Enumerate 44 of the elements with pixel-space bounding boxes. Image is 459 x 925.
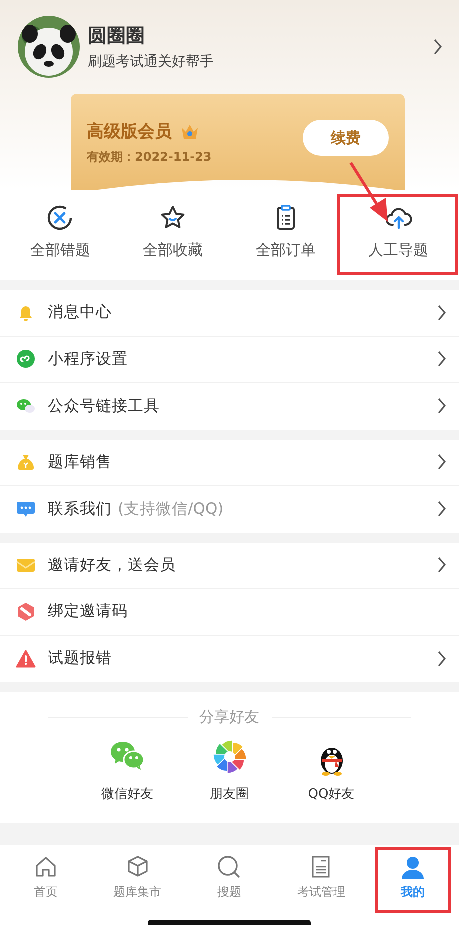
crown-icon (180, 122, 200, 140)
menu-label: 题库销售 (48, 452, 112, 473)
user-name: 圆圈圈 (88, 24, 146, 49)
tag-icon (16, 602, 36, 622)
membership-title: 高级版会员 (87, 121, 172, 143)
user-subtitle: 刷题考试通关好帮手 (88, 53, 215, 71)
chevron-right-icon[interactable] (433, 38, 443, 56)
menu-item[interactable]: 题库销售 (0, 440, 459, 486)
warning-icon (16, 648, 36, 669)
tab[interactable]: 题库集市 (92, 847, 184, 907)
action-label[interactable]: 全部订单 (256, 241, 316, 260)
renew-button[interactable]: 续费 (303, 120, 389, 156)
search-icon (216, 854, 242, 880)
menu-item[interactable]: 联系我们 (支持微信/QQ) (0, 486, 459, 532)
action-label[interactable]: 全部收藏 (143, 241, 204, 260)
tab[interactable]: 搜题 (184, 847, 276, 907)
share-label[interactable]: 朋友圈 (210, 785, 249, 803)
money-bag-icon (16, 452, 36, 472)
close-circle-icon[interactable] (46, 204, 74, 232)
link-circle-icon (16, 349, 36, 370)
membership-card[interactable]: 高级版会员 有效期：2022-11-23 续费 (71, 94, 405, 190)
menu-label: 绑定邀请码 (48, 601, 128, 622)
share-label[interactable]: 微信好友 (102, 785, 154, 803)
menu-item[interactable]: 绑定邀请码 (0, 589, 459, 636)
menu-item[interactable]: 试题报错 (0, 636, 459, 682)
menu-hint: (支持微信/QQ) (118, 498, 224, 520)
menu-item[interactable]: 小程序设置 (0, 336, 459, 383)
menu-label: 公众号链接工具 (48, 396, 160, 417)
action-label[interactable]: 人工导题 (368, 241, 429, 260)
action-label[interactable]: 全部错题 (30, 241, 90, 260)
message-icon (16, 499, 36, 520)
menu-item[interactable]: 公众号链接工具 (0, 383, 459, 430)
menu-label: 试题报错 (48, 648, 112, 670)
tab[interactable]: 首页 (0, 847, 92, 907)
menu-label: 联系我们 (48, 498, 112, 520)
menu-item[interactable]: 邀请好友，送会员 (0, 542, 459, 589)
membership-expiry: 有效期：2022-11-23 (87, 149, 213, 166)
menu-label: 邀请好友，送会员 (48, 554, 176, 576)
menu-item[interactable]: 消息中心 (0, 290, 459, 336)
share-title: 分享好友 (200, 708, 260, 727)
tab[interactable]: 考试管理 (275, 847, 368, 907)
share-label[interactable]: QQ好友 (308, 785, 355, 803)
menu-label: 小程序设置 (48, 348, 128, 370)
menu-label: 消息中心 (48, 302, 112, 324)
